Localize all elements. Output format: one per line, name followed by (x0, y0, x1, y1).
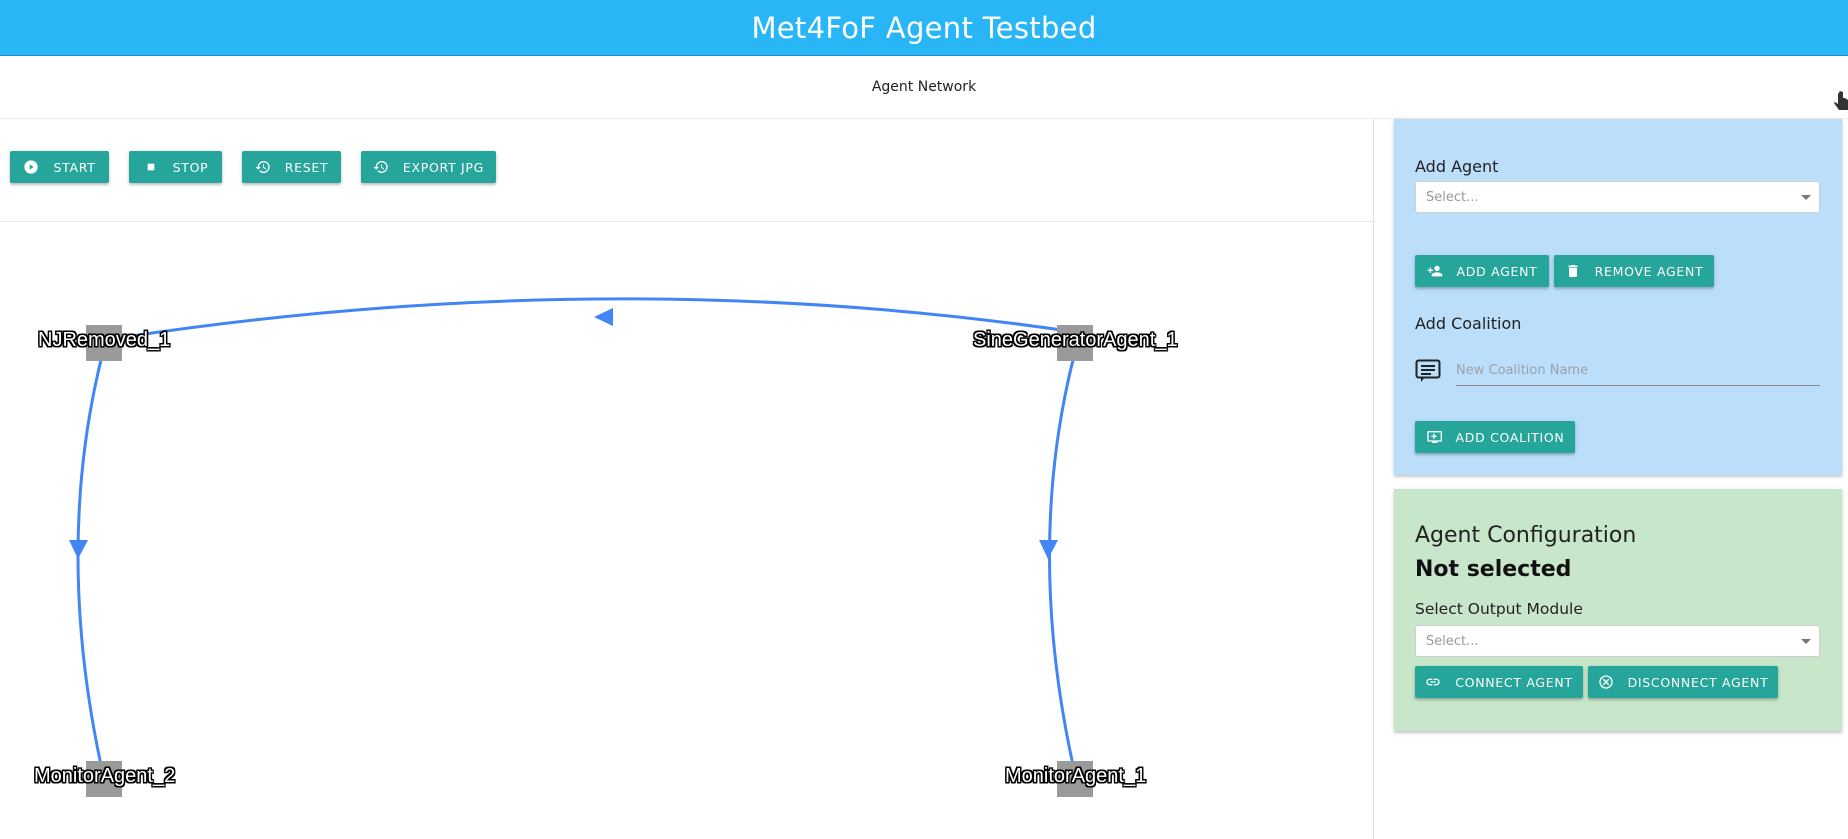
agent-config-title: Agent Configuration (1415, 523, 1637, 548)
play-icon (23, 159, 39, 175)
graph-edges (69, 297, 1076, 766)
hand-cursor-icon (1834, 90, 1848, 112)
agent-configuration-panel: Agent Configuration Not selected Select … (1394, 489, 1842, 731)
person-add-icon (1427, 263, 1443, 279)
edge-njremoved-to-monitor2 (76, 359, 103, 766)
output-module-select-placeholder: Select... (1426, 633, 1479, 649)
cancel-icon (1598, 674, 1614, 690)
arrowhead-sine-to-monitor1 (1039, 540, 1058, 559)
coalition-name-input[interactable] (1456, 356, 1820, 386)
section-header: Agent Network (0, 56, 1848, 119)
add-agent-select[interactable]: Select... (1415, 181, 1820, 213)
add-coalition-button-label: ADD COALITION (1455, 429, 1565, 445)
add-agent-button[interactable]: ADD AGENT (1415, 255, 1549, 287)
stop-label: STOP (172, 159, 209, 175)
history-icon (373, 159, 389, 175)
panel-divider (1373, 119, 1374, 839)
connect-agent-button-label: CONNECT AGENT (1455, 674, 1573, 690)
remove-agent-button-label: REMOVE AGENT (1594, 263, 1704, 279)
export-label: EXPORT JPG (402, 159, 485, 175)
disconnect-agent-button-label: DISCONNECT AGENT (1627, 674, 1769, 690)
stop-button[interactable]: STOP (129, 151, 222, 183)
add-agent-select-placeholder: Select... (1426, 189, 1479, 205)
node-label-monitor-2: MonitorAgent_2 (34, 765, 176, 787)
node-label-monitor-1: MonitorAgent_1 (1005, 765, 1147, 787)
export-jpg-button[interactable]: EXPORT JPG (361, 151, 496, 183)
message-icon (1415, 359, 1441, 383)
link-icon (1425, 674, 1441, 690)
app-header: Met4FoF Agent Testbed (0, 0, 1848, 56)
trash-icon (1565, 263, 1581, 279)
edge-sine-to-njremoved (104, 297, 1076, 342)
agent-status: Not selected (1415, 557, 1572, 582)
reset-label: RESET (284, 159, 329, 175)
reset-button[interactable]: RESET (242, 151, 341, 183)
arrowhead-sine-to-njremoved (594, 308, 613, 326)
network-toolbar: START STOP RESET EXPORT JPG (0, 119, 1373, 222)
chevron-down-icon (1801, 639, 1811, 644)
add-coalition-label: Add Coalition (1415, 314, 1522, 333)
remove-agent-button[interactable]: REMOVE AGENT (1554, 255, 1714, 287)
start-button[interactable]: START (10, 151, 109, 183)
arrowhead-njremoved-to-monitor2 (69, 540, 88, 559)
stop-icon (143, 159, 159, 175)
section-title: Agent Network (871, 79, 977, 95)
add-agent-button-label: ADD AGENT (1456, 263, 1538, 279)
node-label-sine-generator: SineGeneratorAgent_1 (973, 329, 1178, 351)
history-icon (255, 159, 271, 175)
output-module-label: Select Output Module (1415, 600, 1583, 618)
app-title: Met4FoF Agent Testbed (751, 10, 1097, 45)
disconnect-agent-button[interactable]: DISCONNECT AGENT (1588, 666, 1778, 698)
agent-network-graph[interactable]: NJRemoved_1 SineGeneratorAgent_1 Monitor… (0, 222, 1373, 839)
add-agent-panel: Add Agent Select... ADD AGENT REMOVE AGE… (1394, 119, 1842, 475)
add-coalition-button[interactable]: ADD COALITION (1415, 421, 1575, 453)
start-label: START (53, 159, 96, 175)
output-module-select[interactable]: Select... (1415, 625, 1820, 657)
edge-sine-to-monitor1 (1048, 359, 1075, 766)
add-agent-label: Add Agent (1415, 157, 1499, 176)
node-label-njremoved: NJRemoved_1 (38, 329, 171, 351)
connect-agent-button[interactable]: CONNECT AGENT (1415, 666, 1583, 698)
add-to-queue-icon (1426, 429, 1442, 445)
chevron-down-icon (1801, 195, 1811, 200)
